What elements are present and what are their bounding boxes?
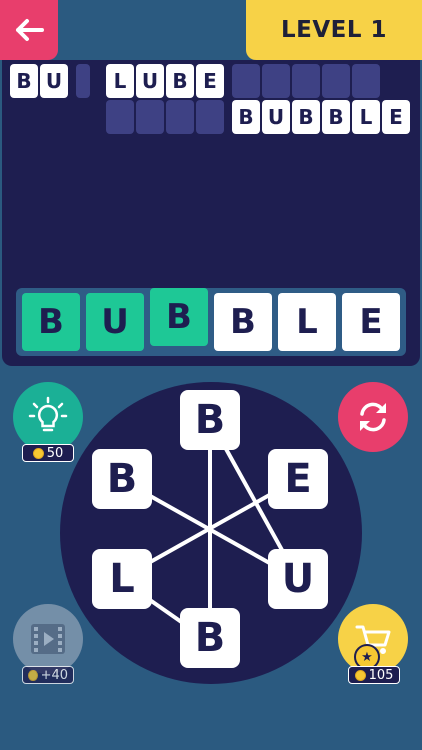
wheel-letter[interactable]: B	[180, 608, 240, 668]
grid-cell: B	[232, 100, 260, 134]
answer-tile: B	[22, 293, 80, 351]
coin-icon	[28, 669, 38, 681]
video-reward-amount: +40	[40, 667, 68, 683]
grid-cell: U	[40, 64, 68, 98]
hint-price: 50	[46, 445, 64, 461]
hint-button[interactable]	[13, 382, 83, 452]
grid-cell	[76, 64, 90, 98]
grid-cell: U	[262, 100, 290, 134]
coin-balance: 105	[368, 667, 394, 683]
back-button[interactable]	[0, 0, 58, 60]
answer-tray: B U B B L E	[16, 288, 406, 356]
answer-tile: L	[278, 293, 336, 351]
coin-icon	[32, 447, 44, 459]
grid-cell: B	[292, 100, 320, 134]
grid-cell	[262, 64, 290, 98]
grid-cell: E	[382, 100, 410, 134]
answer-tile: E	[342, 293, 400, 351]
answer-tile: B	[150, 288, 208, 346]
wheel-letter[interactable]: L	[92, 549, 152, 609]
grid-cell	[166, 100, 194, 134]
grid-cell	[292, 64, 320, 98]
level-label: LEVEL 1	[246, 0, 422, 60]
video-reward-button[interactable]	[13, 604, 83, 674]
coin-icon	[354, 669, 366, 681]
grid-cell: B	[166, 64, 194, 98]
grid-cell: B	[10, 64, 38, 98]
answer-tile: B	[214, 293, 272, 351]
letter-wheel: B E U B L B	[60, 382, 362, 684]
grid-cell	[106, 100, 134, 134]
hint-price-tag: 50	[22, 444, 74, 462]
grid-cell	[232, 64, 260, 98]
shuffle-button[interactable]	[338, 382, 408, 452]
lightbulb-icon	[28, 396, 68, 432]
grid-cell: L	[106, 64, 134, 98]
refresh-icon	[360, 402, 386, 432]
film-icon	[31, 624, 65, 654]
arrow-left-icon	[16, 19, 44, 41]
answer-tile: U	[86, 293, 144, 351]
grid-cell	[322, 64, 350, 98]
grid-cell: L	[352, 100, 380, 134]
wheel-letter[interactable]: E	[268, 449, 328, 509]
grid-cell	[196, 100, 224, 134]
wheel-letter[interactable]: U	[268, 549, 328, 609]
grid-cell: U	[136, 64, 164, 98]
wheel-letter[interactable]: B	[92, 449, 152, 509]
coin-balance-tag: 105	[348, 666, 400, 684]
wheel-letter[interactable]: B	[180, 390, 240, 450]
grid-cell: B	[322, 100, 350, 134]
video-reward-tag: +40	[22, 666, 74, 684]
grid-cell	[352, 64, 380, 98]
top-bar: LEVEL 1	[0, 0, 422, 60]
grid-cell	[136, 100, 164, 134]
grid-cell: E	[196, 64, 224, 98]
